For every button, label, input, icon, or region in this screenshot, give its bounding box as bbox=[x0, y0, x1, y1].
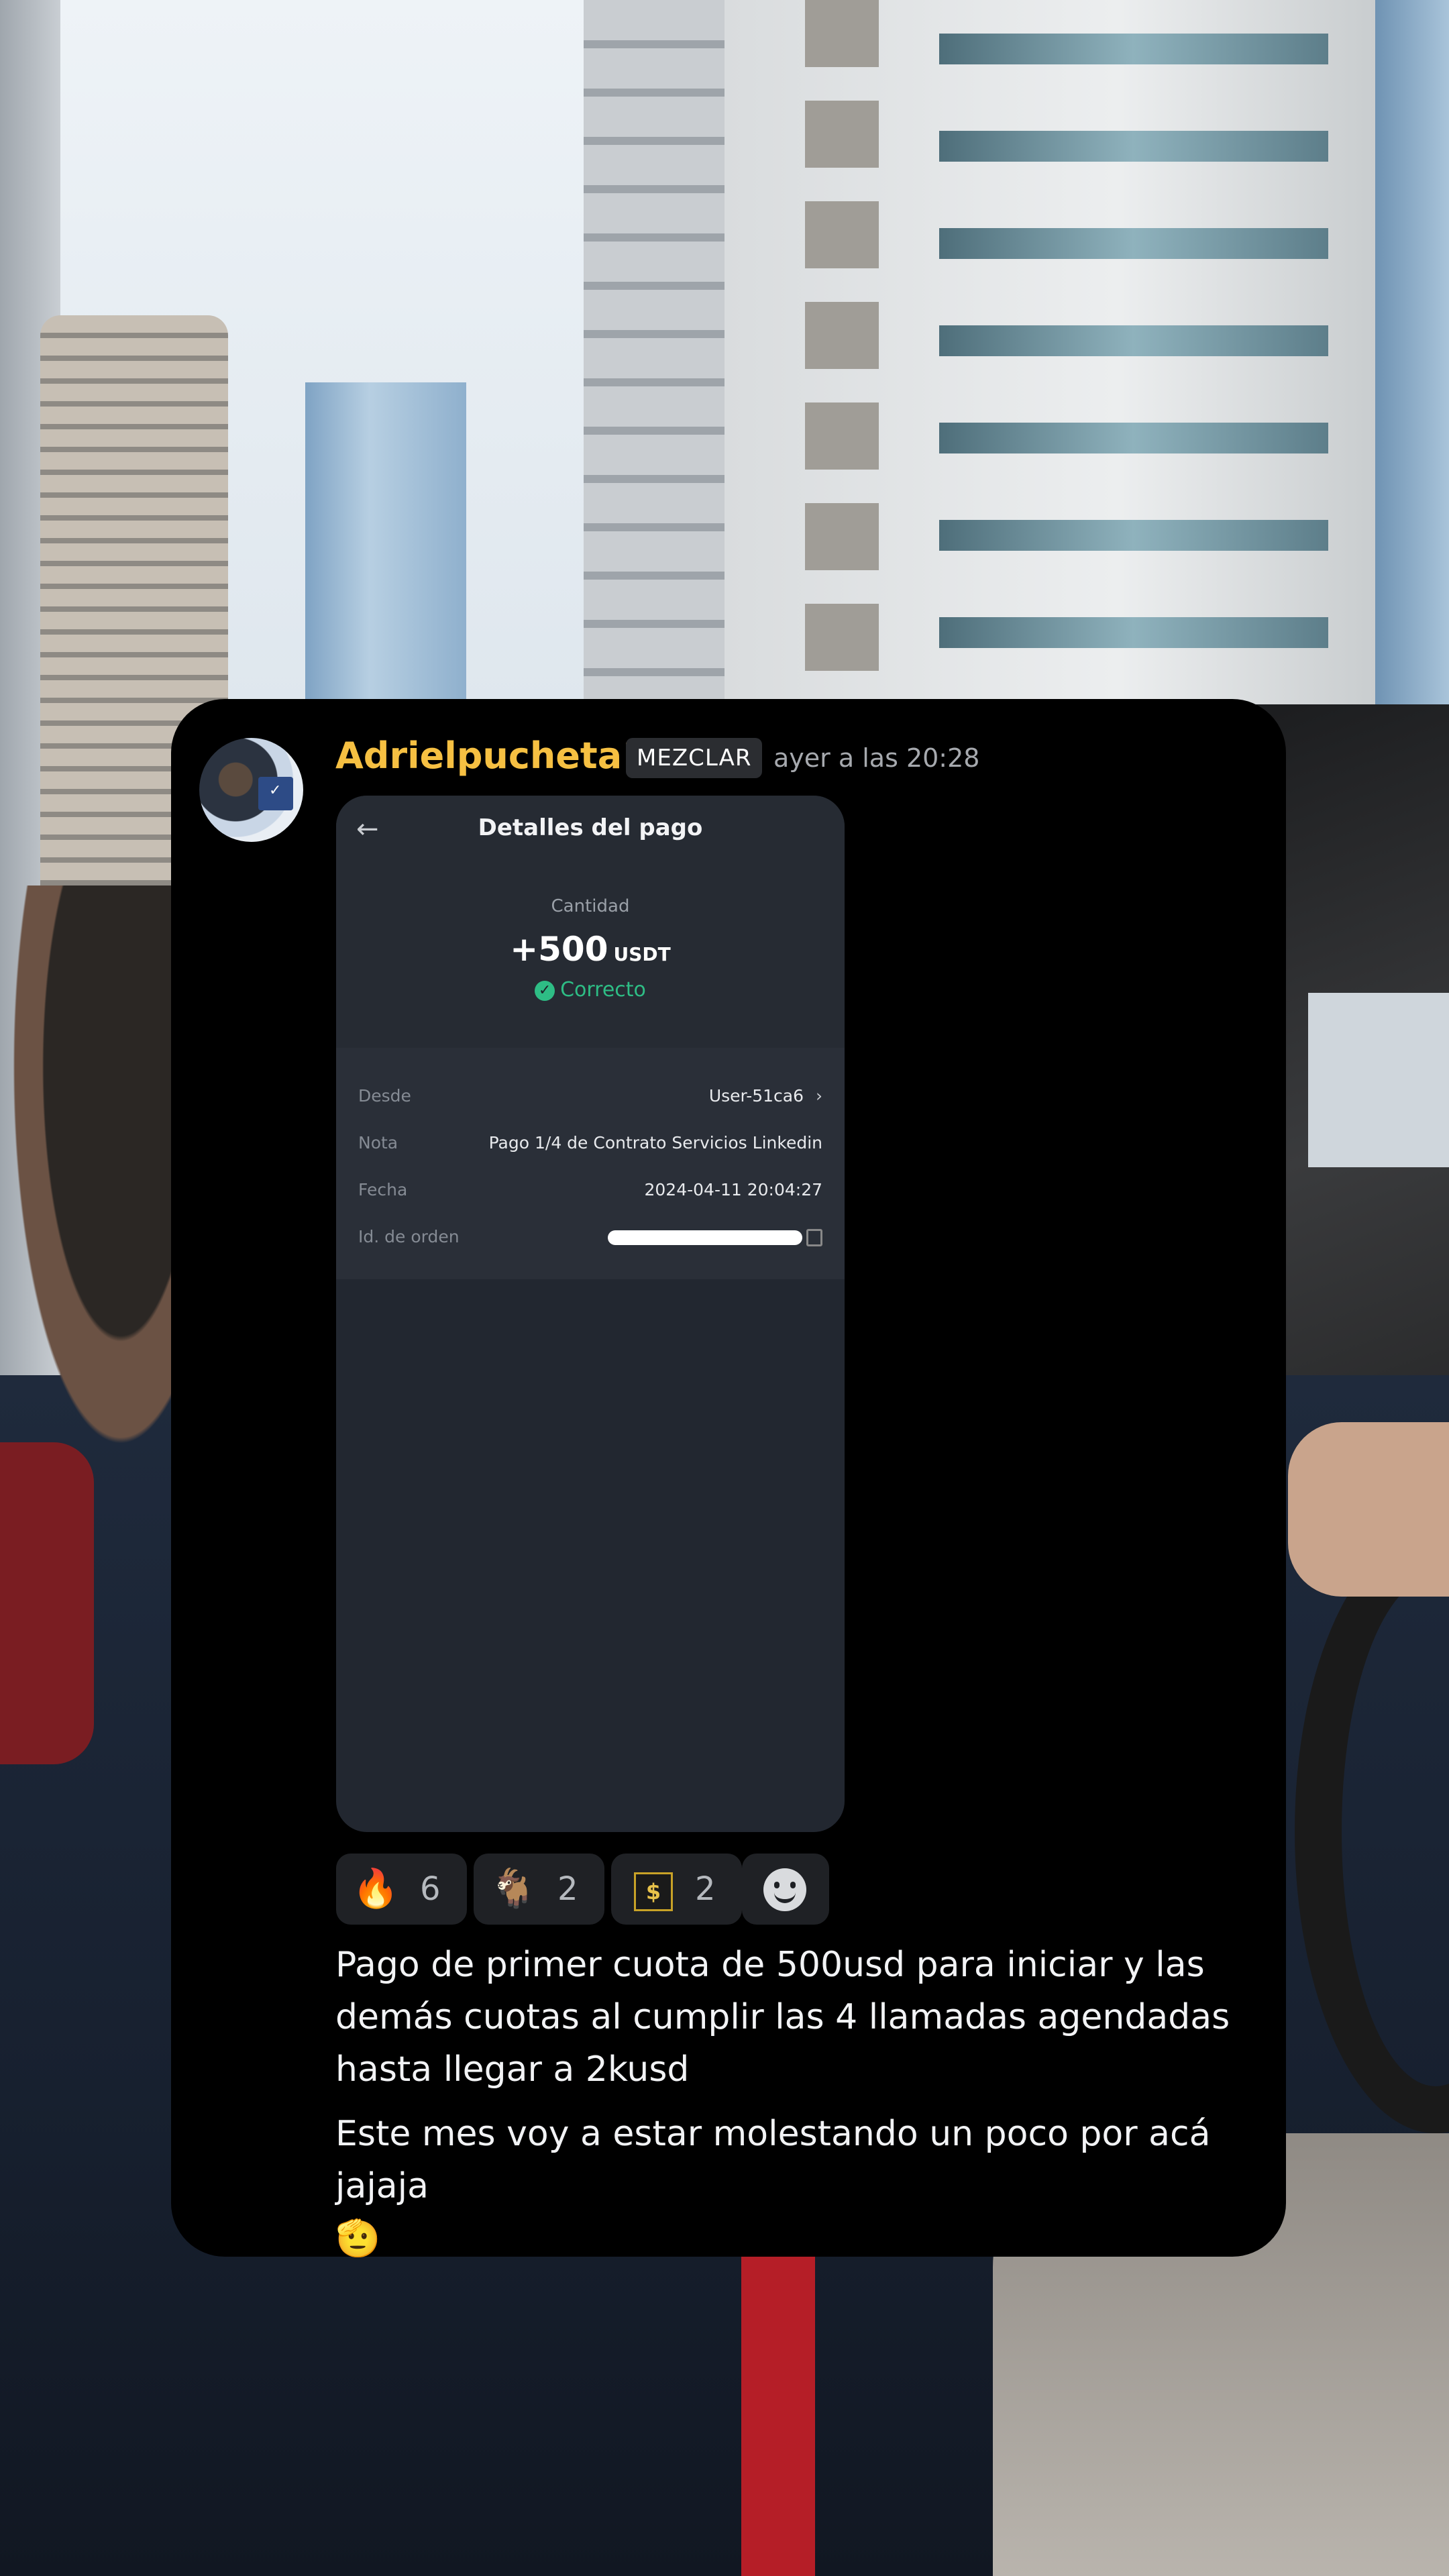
dollar-coin-icon: $ bbox=[634, 1872, 673, 1911]
reaction-fire[interactable]: 🔥 6 bbox=[336, 1854, 467, 1925]
payment-status: ✓ Correcto bbox=[336, 978, 845, 1002]
building-balcony bbox=[805, 604, 879, 671]
building-balcony bbox=[805, 101, 879, 168]
goat-icon: 🐐 bbox=[490, 1867, 537, 1911]
detail-label: Fecha bbox=[358, 1180, 408, 1199]
add-reaction-button[interactable] bbox=[742, 1854, 829, 1925]
building-middle bbox=[584, 0, 724, 704]
building-window bbox=[939, 325, 1328, 356]
detail-value-redacted bbox=[608, 1224, 822, 1250]
seat-belt bbox=[741, 2254, 815, 2576]
message-text: Este mes voy a estar molestando un poco … bbox=[335, 2114, 1211, 2206]
building-main bbox=[724, 0, 1382, 771]
message-text-line2: Este mes voy a estar molestando un poco … bbox=[335, 2108, 1261, 2265]
amount-currency: USDT bbox=[613, 943, 671, 965]
detail-row-orden: Id. de orden bbox=[358, 1224, 822, 1250]
car-seat bbox=[0, 1442, 94, 1764]
payment-title: Detalles del pago bbox=[478, 814, 703, 841]
building-balcony bbox=[805, 503, 879, 570]
payment-header-section: ← Detalles del pago Cantidad +500 USDT ✓ C… bbox=[336, 796, 845, 1048]
building-window bbox=[939, 34, 1328, 64]
detail-value: 2024-04-11 20:04:27 bbox=[644, 1180, 822, 1199]
redaction-mark bbox=[608, 1230, 802, 1245]
reaction-count: 2 bbox=[557, 1870, 578, 1908]
detail-label: Nota bbox=[358, 1133, 398, 1152]
driver-arm bbox=[1288, 1422, 1449, 1597]
reaction-goat[interactable]: 🐐 2 bbox=[474, 1854, 604, 1925]
detail-row-fecha: Fecha 2024-04-11 20:04:27 bbox=[358, 1177, 822, 1203]
building-window bbox=[939, 617, 1328, 648]
car-window bbox=[1308, 993, 1449, 1167]
reaction-count: 6 bbox=[420, 1870, 441, 1908]
server-tag-badge[interactable]: MEZCLAR bbox=[626, 738, 763, 778]
amount-value: +500 bbox=[510, 930, 608, 969]
building-glass-right bbox=[1375, 0, 1449, 738]
chevron-right-icon: › bbox=[816, 1086, 822, 1106]
payment-details: Desde User-51ca6 › Nota Pago 1/4 de Contr… bbox=[336, 1048, 845, 1279]
detail-value: Pago 1/4 de Contrato Servicios Linkedin bbox=[488, 1133, 822, 1152]
reaction-dollar-emote[interactable]: $ 2 bbox=[611, 1854, 742, 1925]
detail-value: User-51ca6 › bbox=[709, 1083, 822, 1110]
building-balcony bbox=[805, 201, 879, 268]
building-window bbox=[939, 228, 1328, 259]
attachment-image-payment[interactable]: ← Detalles del pago Cantidad +500 USDT ✓ C… bbox=[336, 796, 845, 1832]
detail-row-desde: Desde User-51ca6 › bbox=[358, 1083, 822, 1110]
building-balcony bbox=[805, 302, 879, 369]
payment-amount: +500 USDT bbox=[336, 930, 845, 969]
building-window bbox=[939, 520, 1328, 551]
fire-icon: 🔥 bbox=[352, 1867, 399, 1911]
reaction-count: 2 bbox=[695, 1870, 716, 1908]
username[interactable]: Adrielpucheta14 bbox=[335, 733, 672, 780]
detail-label: Id. de orden bbox=[358, 1227, 460, 1246]
copy-icon bbox=[806, 1229, 822, 1246]
user-avatar[interactable]: ✓ bbox=[199, 738, 303, 842]
salute-face-icon: 🫡 bbox=[335, 2217, 381, 2259]
status-text: Correcto bbox=[560, 978, 646, 1002]
amount-label: Cantidad bbox=[551, 896, 630, 916]
smiley-add-reaction-icon bbox=[763, 1868, 806, 1911]
detail-row-nota: Nota Pago 1/4 de Contrato Servicios Link… bbox=[358, 1130, 822, 1157]
detail-label: Desde bbox=[358, 1086, 411, 1106]
sender-id: User-51ca6 bbox=[708, 1086, 804, 1106]
building-balcony bbox=[805, 0, 879, 67]
checkmark-icon: ✓ bbox=[269, 782, 282, 799]
message-text-line1: Pago de primer cuota de 500usd para inic… bbox=[335, 1945, 1230, 2090]
building-window bbox=[939, 131, 1328, 162]
building-balcony bbox=[805, 402, 879, 470]
check-circle-icon: ✓ bbox=[535, 980, 555, 1001]
message-timestamp: ayer a las 20:28 bbox=[773, 743, 980, 773]
building-glass-distant bbox=[305, 382, 466, 704]
building-window bbox=[939, 423, 1328, 453]
